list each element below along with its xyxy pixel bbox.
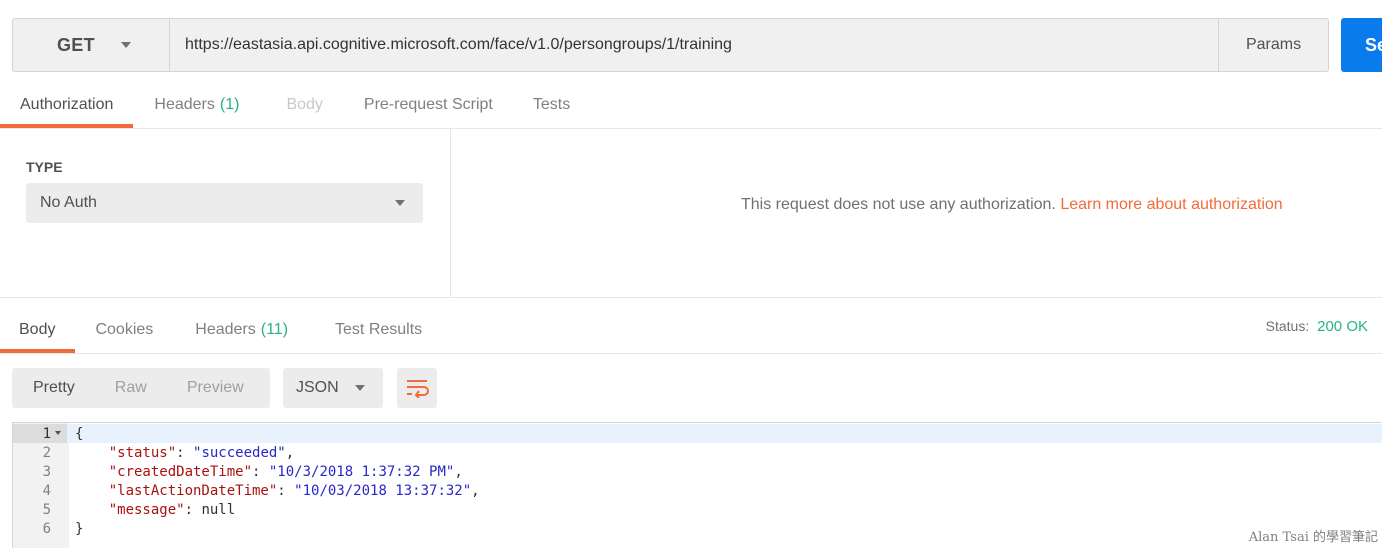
code-text: { <box>75 425 84 442</box>
tab-cookies[interactable]: Cookies <box>75 307 153 353</box>
line-number: 4 <box>42 482 51 499</box>
tab-tests[interactable]: Tests <box>493 82 570 128</box>
divider <box>0 297 1382 298</box>
format-value: JSON <box>296 379 339 396</box>
divider <box>0 353 1382 354</box>
code-text: "message": null <box>108 501 236 518</box>
tab-label: Cookies <box>95 321 154 338</box>
tab-body[interactable]: Body <box>239 82 322 128</box>
code-text: } <box>75 520 84 537</box>
wrap-lines-button[interactable] <box>397 368 437 408</box>
tab-label: Body <box>286 96 323 113</box>
json-punct: , <box>471 482 480 499</box>
chevron-down-icon <box>395 200 405 206</box>
auth-type-value: No Auth <box>40 194 97 211</box>
tab-response-body[interactable]: Body <box>0 307 76 353</box>
tab-authorization[interactable]: Authorization <box>0 82 134 128</box>
json-null: null <box>201 501 236 518</box>
tab-label: Pre-request Script <box>363 96 493 113</box>
code-text: "createdDateTime": "10/3/2018 1:37:32 PM… <box>108 463 463 480</box>
line-number: 3 <box>42 463 51 480</box>
line-number: 5 <box>42 501 51 518</box>
chevron-down-icon <box>120 42 131 48</box>
url-input[interactable]: https://eastasia.api.cognitive.microsoft… <box>170 19 1218 71</box>
headers-count: (11) <box>260 321 289 338</box>
tab-response-headers[interactable]: Headers (11) <box>153 307 288 353</box>
status-label: Status: <box>1265 318 1310 334</box>
response-body-viewer[interactable]: 1 { 2 "status": "succeeded", 3 "createdD… <box>12 422 1382 548</box>
code-line: 5 "message": null <box>13 500 1382 519</box>
auth-type-panel: TYPE No Auth <box>0 129 451 297</box>
method-label: GET <box>57 34 95 55</box>
fold-toggle-icon[interactable] <box>55 431 61 435</box>
tab-label: Body <box>19 321 56 338</box>
code-text: "status": "succeeded", <box>108 444 295 461</box>
line-number: 6 <box>42 520 51 537</box>
code-line: 3 "createdDateTime": "10/3/2018 1:37:32 … <box>13 462 1382 481</box>
code-line: 1 { <box>13 424 1382 443</box>
view-preview-button[interactable]: Preview <box>187 379 244 397</box>
view-pretty-button[interactable]: Pretty <box>33 379 75 397</box>
json-string: "10/03/2018 13:37:32" <box>294 482 472 499</box>
status-badge: 200 OK <box>1317 318 1368 335</box>
json-string: "10/3/2018 1:37:32 PM" <box>268 463 455 480</box>
code-line: 4 "lastActionDateTime": "10/03/2018 13:3… <box>13 481 1382 500</box>
tab-label: Headers <box>154 96 215 113</box>
auth-message: This request does not use any authorizat… <box>741 196 1283 214</box>
tab-label: Test Results <box>335 321 423 338</box>
params-button[interactable]: Params <box>1218 19 1328 71</box>
auth-type-select[interactable]: No Auth <box>26 183 423 223</box>
json-key: "createdDateTime" <box>108 463 253 480</box>
view-mode-group: Pretty Raw Preview <box>12 368 270 408</box>
json-string: "succeeded" <box>193 444 286 461</box>
json-punct: , <box>454 463 463 480</box>
response-status: Status: 200 OK <box>1266 318 1368 335</box>
tab-label: Tests <box>532 96 571 113</box>
wrap-lines-icon <box>407 380 429 398</box>
chevron-down-icon <box>355 385 365 391</box>
view-raw-button[interactable]: Raw <box>115 379 147 397</box>
send-button[interactable]: Se <box>1341 18 1382 72</box>
headers-count: (1) <box>219 96 240 113</box>
line-number: 2 <box>42 444 51 461</box>
format-select[interactable]: JSON <box>283 368 383 408</box>
json-key: "status" <box>108 444 177 461</box>
response-tabs: Body Cookies Headers (11) Test Results <box>0 307 422 353</box>
type-label: TYPE <box>26 159 63 175</box>
request-tabs: Authorization Headers (1) Body Pre-reque… <box>0 82 570 128</box>
tab-test-results[interactable]: Test Results <box>288 307 422 353</box>
tab-label: Authorization <box>20 96 114 113</box>
watermark: Alan Tsai 的學習筆記 <box>1248 530 1378 545</box>
tab-label: Headers <box>195 321 256 338</box>
request-bar: GET https://eastasia.api.cognitive.micro… <box>12 18 1329 72</box>
json-punct: , <box>285 444 295 461</box>
tab-pre-request-script[interactable]: Pre-request Script <box>323 82 493 128</box>
tab-headers[interactable]: Headers (1) <box>133 82 239 128</box>
code-text: "lastActionDateTime": "10/03/2018 13:37:… <box>108 482 480 499</box>
json-key: "lastActionDateTime" <box>108 482 278 499</box>
json-key: "message" <box>108 501 185 518</box>
code-line: 2 "status": "succeeded", <box>13 443 1382 462</box>
auth-message-text: This request does not use any authorizat… <box>741 196 1056 213</box>
learn-more-link[interactable]: Learn more about authorization <box>1060 196 1282 213</box>
code-line: 6 } <box>13 519 1382 538</box>
method-select[interactable]: GET <box>13 19 170 71</box>
